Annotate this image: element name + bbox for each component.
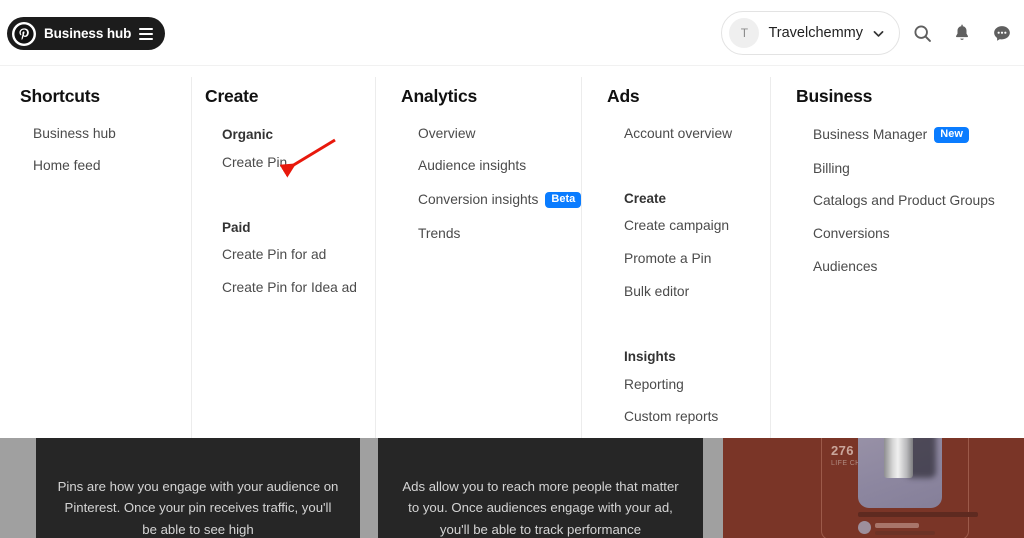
pinterest-business-hub-screen: Business hub T Travelchemmy Shortcuts Bu… (0, 0, 1024, 538)
account-name: Travelchemmy (768, 25, 863, 41)
menu-item-business-hub[interactable]: Business hub (33, 117, 191, 150)
column-title-business: Business (796, 86, 873, 106)
column-title-ads: Ads (607, 86, 640, 106)
avatar: T (729, 18, 760, 48)
menu-item-conversions[interactable]: Conversions (813, 218, 1024, 251)
menu-item-custom-reports[interactable]: Custom reports (624, 401, 770, 434)
menu-subtitle-organic: Organic (222, 127, 274, 142)
menu-item-label: Account overview (624, 125, 733, 141)
search-icon[interactable] (909, 20, 935, 46)
preview-caption-placeholder (858, 512, 978, 517)
menu-item-create-pin-for-idea-ad[interactable]: Create Pin for Idea ad (222, 272, 375, 305)
menu-item-label: Bulk editor (624, 283, 690, 299)
menu-item-billing[interactable]: Billing (813, 152, 1024, 185)
menu-column-business: Business Business Manager New Billing Ca… (770, 66, 1024, 438)
menu-item-trends[interactable]: Trends (418, 218, 581, 251)
business-hub-button[interactable]: Business hub (7, 17, 166, 50)
menu-item-label: Conversions (813, 226, 890, 242)
top-navigation-bar: Business hub T Travelchemmy (0, 0, 1024, 66)
menu-item-reporting[interactable]: Reporting (624, 368, 770, 401)
preview-avatar (858, 521, 871, 534)
menu-item-label: Overview (418, 125, 476, 141)
preview-stat-value: 276 (831, 443, 854, 458)
menu-column-analytics: Analytics Overview Audience insights Con… (375, 66, 582, 438)
menu-item-create-pin-for-ad[interactable]: Create Pin for ad (222, 239, 375, 272)
menu-column-create: Create Organic Create Pin Paid Create Pi… (191, 66, 375, 438)
menu-item-label: Reporting (624, 376, 684, 392)
menu-item-label: Create Pin for Idea ad (222, 280, 357, 296)
menu-subtitle-paid: Paid (222, 219, 251, 235)
menu-item-bulk-editor[interactable]: Bulk editor (624, 275, 770, 308)
pins-card-text: Pins are how you engage with your audien… (57, 479, 339, 537)
menu-item-label: Audiences (813, 258, 878, 274)
menu-item-label: Audience insights (418, 158, 527, 174)
chevron-down-icon (872, 27, 885, 40)
menu-group-ads: Account overview Create Create campaign … (607, 117, 770, 434)
ads-card[interactable]: Ads allow you to reach more people that … (378, 438, 703, 538)
menu-item-home-feed[interactable]: Home feed (33, 150, 191, 183)
menu-item-catalogs-and-product-groups[interactable]: Catalogs and Product Groups (813, 185, 1024, 218)
business-hub-mega-menu: Shortcuts Business hub Home feed Create … (0, 66, 1024, 438)
menu-item-label: Create campaign (624, 218, 730, 234)
menu-item-label: Create Pin for ad (222, 247, 327, 263)
menu-item-label: Create Pin (222, 154, 288, 170)
menu-item-overview[interactable]: Overview (418, 117, 581, 150)
preview-card[interactable]: 276 LIFE CHA (723, 438, 1024, 538)
menu-column-shortcuts: Shortcuts Business hub Home feed (0, 66, 191, 438)
menu-item-promote-a-pin[interactable]: Promote a Pin (624, 243, 770, 276)
menu-item-business-manager[interactable]: Business Manager New (813, 117, 1024, 152)
pins-card[interactable]: Pins are how you engage with your audien… (36, 438, 360, 538)
thumbnail-product-icon (884, 438, 913, 478)
menu-item-label: Trends (418, 226, 461, 242)
hamburger-menu-icon[interactable] (139, 27, 154, 40)
menu-group: Business Manager New Billing Catalogs an… (796, 117, 1024, 283)
column-title-create: Create (205, 86, 259, 106)
status-badge: Beta (545, 192, 582, 209)
menu-item-audience-insights[interactable]: Audience insights (418, 150, 581, 183)
menu-item-label: Home feed (33, 158, 101, 174)
column-title-analytics: Analytics (401, 86, 478, 106)
menu-item-audiences[interactable]: Audiences (813, 250, 1024, 283)
menu-item-label: Conversion insights (418, 192, 539, 208)
menu-item-label: Catalogs and Product Groups (813, 193, 995, 209)
ads-card-text: Ads allow you to reach more people that … (402, 479, 679, 537)
column-title-shortcuts: Shortcuts (20, 86, 100, 106)
menu-item-label: Billing (813, 160, 850, 176)
menu-item-create-campaign[interactable]: Create campaign (624, 210, 770, 243)
preview-subtext-placeholder (875, 531, 935, 535)
preview-name-placeholder (875, 523, 919, 528)
chat-icon[interactable] (989, 20, 1015, 46)
business-hub-label: Business hub (44, 26, 132, 41)
menu-subtitle-create: Create (624, 190, 667, 206)
menu-group: Overview Audience insights Conversion in… (401, 117, 582, 251)
background-card-strip: Pins are how you engage with your audien… (0, 438, 1024, 538)
preview-thumbnail (858, 438, 942, 508)
menu-subtitle-insights: Insights (624, 349, 676, 365)
menu-item-create-pin[interactable]: Create Pin (222, 146, 375, 179)
menu-item-label: Custom reports (624, 409, 719, 425)
bell-icon[interactable] (949, 20, 975, 46)
menu-item-account-overview[interactable]: Account overview (624, 117, 770, 150)
menu-item-label: Business Manager (813, 126, 928, 142)
menu-group: Business hub Home feed (20, 117, 191, 183)
menu-item-label: Promote a Pin (624, 251, 712, 267)
pinterest-logo-icon (12, 21, 36, 46)
account-switcher-button[interactable]: T Travelchemmy (721, 11, 900, 55)
menu-item-label: Business hub (33, 125, 116, 141)
menu-column-ads: Ads Account overview Create Create campa… (581, 66, 770, 438)
menu-item-conversion-insights[interactable]: Conversion insights Beta (418, 183, 582, 218)
menu-group-organic: Organic Create Pin Paid Create Pin for a… (205, 127, 375, 304)
status-badge: New (934, 126, 969, 143)
